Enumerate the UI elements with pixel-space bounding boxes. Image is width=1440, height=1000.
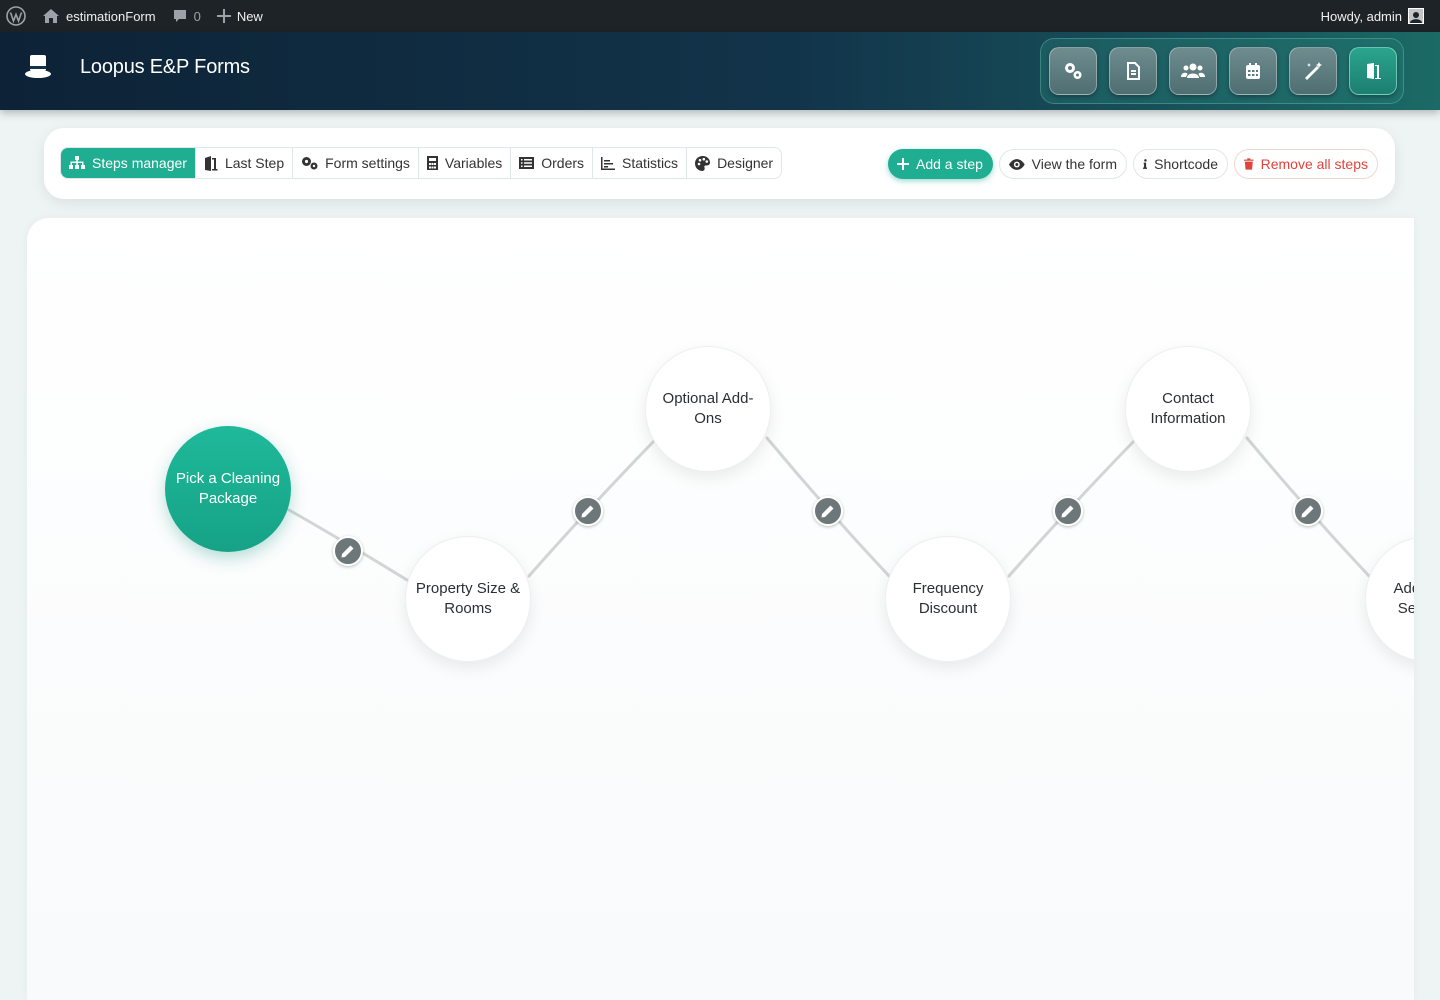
step-node-start[interactable]: Pick a Cleaning Package <box>165 426 291 552</box>
users-icon <box>1181 63 1205 78</box>
info-icon <box>1143 159 1148 169</box>
step-label: Pick a Cleaning Package <box>175 470 281 507</box>
magic-wand-button[interactable] <box>1289 47 1337 95</box>
calculator-icon <box>426 156 438 170</box>
tab-label: Orders <box>541 155 585 171</box>
settings-gears-button[interactable] <box>1049 47 1097 95</box>
list-icon <box>519 157 535 169</box>
door-icon <box>204 155 218 171</box>
step-label: Optional Add-Ons <box>662 390 754 427</box>
plus-icon <box>897 158 909 170</box>
steps-toolbar: Steps manager Last Step Form settings Va… <box>44 128 1395 199</box>
step-node[interactable]: Property Size & Rooms <box>405 536 531 662</box>
tab-statistics[interactable]: Statistics <box>593 148 688 178</box>
sitemap-icon <box>69 156 85 169</box>
tab-bar: Steps manager Last Step Form settings Va… <box>60 147 783 179</box>
tab-label: Form settings <box>325 155 410 171</box>
view-form-label: View the form <box>1031 156 1117 172</box>
document-button[interactable] <box>1109 47 1157 95</box>
tab-label: Designer <box>717 155 774 171</box>
wordpress-logo-icon[interactable] <box>0 0 34 32</box>
plugin-header: Loopus E&P Forms <box>0 32 1440 110</box>
edit-link-button[interactable] <box>813 496 843 526</box>
new-label: New <box>236 8 263 24</box>
home-icon <box>43 9 59 23</box>
tab-designer[interactable]: Designer <box>687 148 781 178</box>
tab-steps-manager[interactable]: Steps manager <box>61 148 196 178</box>
step-label: Frequency Discount <box>912 580 984 617</box>
gears-icon <box>302 157 318 170</box>
door-exit-icon <box>1367 63 1381 79</box>
new-content-link[interactable]: New <box>209 0 271 32</box>
top-hat-logo-icon <box>25 55 51 78</box>
pencil-icon <box>821 505 834 518</box>
edit-link-button[interactable] <box>333 536 363 566</box>
tab-orders[interactable]: Orders <box>511 148 594 178</box>
chart-icon <box>601 156 616 170</box>
pencil-icon <box>341 545 354 558</box>
step-label: Contact Information <box>1150 390 1226 427</box>
steps-canvas[interactable]: Pick a Cleaning Package Property Size & … <box>27 218 1414 1000</box>
eye-icon <box>1009 158 1025 170</box>
settings-gears-icon <box>1065 63 1082 79</box>
pencil-icon <box>581 505 594 518</box>
pencil-icon <box>1301 505 1314 518</box>
pencil-icon <box>1061 505 1074 518</box>
edit-link-button[interactable] <box>1053 496 1083 526</box>
shortcode-label: Shortcode <box>1154 156 1218 172</box>
remove-all-steps-button[interactable]: Remove all steps <box>1234 149 1378 179</box>
users-button[interactable] <box>1169 47 1217 95</box>
site-name: estimationForm <box>66 8 156 24</box>
shortcode-button[interactable]: Shortcode <box>1133 149 1228 179</box>
greeting: Howdy, admin <box>1320 8 1402 24</box>
edit-link-button[interactable] <box>573 496 603 526</box>
document-icon <box>1127 62 1140 80</box>
header-toolbar <box>1040 38 1404 104</box>
step-node[interactable]: Contact Information <box>1125 346 1251 472</box>
tab-form-settings[interactable]: Form settings <box>293 148 419 178</box>
plus-icon <box>216 9 231 23</box>
door-exit-button[interactable] <box>1349 47 1397 95</box>
my-account-link[interactable]: Howdy, admin <box>1313 0 1432 32</box>
add-step-button[interactable]: Add a step <box>888 149 993 179</box>
tab-label: Last Step <box>224 155 285 171</box>
comments-link[interactable]: 0 <box>164 0 209 32</box>
palette-icon <box>695 155 711 171</box>
add-step-label: Add a step <box>916 156 983 172</box>
comments-count: 0 <box>193 8 201 24</box>
view-form-button[interactable]: View the form <box>999 149 1127 179</box>
trash-icon <box>1244 158 1254 170</box>
step-label: Property Size & Rooms <box>415 580 521 617</box>
step-node[interactable]: Frequency Discount <box>885 536 1011 662</box>
app-title: Loopus E&P Forms <box>80 56 250 78</box>
step-label: Additional Services <box>1393 580 1414 617</box>
wp-admin-bar: estimationForm 0 New Howdy, admin <box>0 0 1440 32</box>
tab-label: Steps manager <box>92 155 187 171</box>
edit-link-button[interactable] <box>1293 496 1323 526</box>
remove-all-label: Remove all steps <box>1260 156 1368 172</box>
tab-variables[interactable]: Variables <box>419 148 512 178</box>
step-node[interactable]: Optional Add-Ons <box>645 346 771 472</box>
magic-wand-icon <box>1305 62 1322 80</box>
calendar-button[interactable] <box>1229 47 1277 95</box>
comment-icon <box>173 10 186 22</box>
tab-last-step[interactable]: Last Step <box>196 148 294 178</box>
step-links <box>287 436 1371 582</box>
tab-label: Variables <box>444 155 503 171</box>
avatar <box>1408 8 1424 24</box>
tab-label: Statistics <box>622 155 679 171</box>
calendar-icon <box>1246 63 1260 79</box>
site-name-link[interactable]: estimationForm <box>34 0 164 32</box>
